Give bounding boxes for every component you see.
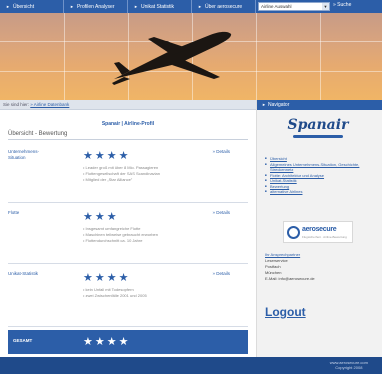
star-rating: ★★★★ bbox=[83, 150, 131, 162]
hero-banner bbox=[0, 13, 382, 100]
arrow-right-icon: ► bbox=[70, 4, 74, 9]
arrow-right-icon: ► bbox=[198, 4, 202, 9]
top-navigation: ► Übersicht ► Profilen Analyser ► Unikat St… bbox=[0, 0, 382, 13]
arrow-right-icon: ► bbox=[6, 4, 10, 9]
arrow-right-icon: ► bbox=[262, 102, 266, 107]
rating-row-fleet: Flotte ★★★ • Insgesamt umfangreiche Flot… bbox=[8, 204, 248, 264]
sidebar-links: Übersicht Allgemeines Unternehmens-Situa… bbox=[265, 156, 377, 195]
star-rating: ★★★★ bbox=[83, 336, 131, 348]
details-link[interactable]: » Details bbox=[212, 271, 230, 276]
total-label: GESAMT bbox=[13, 338, 33, 343]
main-content: Spanair | Airline-Profil Übersicht - Bew… bbox=[0, 110, 256, 360]
row-notes: • Insgesamt umfangreiche Flotte • Maschi… bbox=[83, 226, 158, 243]
row-label: Unikat-Statistik bbox=[8, 271, 39, 276]
chevron-down-icon: ▼ bbox=[322, 3, 329, 10]
sidebar: ►Navigator Spanair Übersicht Allgemeines… bbox=[256, 100, 382, 360]
total-rating-bar: GESAMT ★★★★ bbox=[8, 330, 248, 354]
nav-item-profile-analyser[interactable]: ► Profilen Analyser bbox=[64, 0, 128, 13]
logout-link[interactable]: Logout bbox=[265, 305, 306, 319]
nav-item-overview[interactable]: ► Übersicht bbox=[0, 0, 64, 13]
star-rating: ★★★★ bbox=[83, 272, 131, 284]
footer: www.aerosecure.com Copyright 2008 bbox=[0, 357, 382, 374]
section-title: Übersicht - Bewertung bbox=[8, 131, 248, 140]
airplane-silhouette bbox=[112, 31, 232, 85]
breadcrumb-link[interactable]: » Airline Datenbank bbox=[30, 102, 69, 107]
aerosecure-circle-icon bbox=[287, 226, 300, 239]
sidebar-heading: ► Navigator bbox=[257, 100, 382, 110]
star-rating: ★★★ bbox=[83, 211, 119, 223]
details-link[interactable]: » Details bbox=[212, 149, 230, 154]
sidebar-link[interactable]: Allgemeines Unternehmens-Situation, Gesc… bbox=[265, 162, 377, 173]
row-label: Flotte bbox=[8, 210, 20, 215]
rating-row-company: Unternehmens-Situation ★★★★ • Leader gro… bbox=[8, 143, 248, 203]
row-notes: • Leader groß mit über 8 Mio. Passagiere… bbox=[83, 165, 160, 182]
airline-select[interactable]: Airline Auswahl ▼ bbox=[258, 2, 330, 11]
sidebar-link[interactable]: alternative Airlines bbox=[265, 189, 377, 195]
spanair-logo: Spanair bbox=[285, 116, 351, 138]
grid-divider bbox=[320, 13, 321, 100]
rating-row-statistics: Unikat-Statistik ★★★★ • kein Unfall mit … bbox=[8, 265, 248, 327]
nav-item-statistics[interactable]: ► Unikat Statistik bbox=[128, 0, 192, 13]
details-link[interactable]: » Details bbox=[212, 210, 230, 215]
contact-block: Ihr Ansprechpartner Leserservice Postfac… bbox=[265, 252, 315, 281]
footer-text: www.aerosecure.com Copyright 2008 bbox=[329, 360, 368, 370]
aerosecure-logo: aerosecure Flugsicherheit · Airline-Bewe… bbox=[283, 221, 353, 243]
nav-item-about[interactable]: ► Über aerosecure bbox=[192, 0, 256, 13]
profile-header: Spanair | Airline-Profil bbox=[101, 121, 155, 127]
logo-swoosh bbox=[293, 135, 343, 138]
grid-divider bbox=[64, 13, 65, 100]
row-label: Unternehmens-Situation bbox=[8, 149, 40, 160]
arrow-right-icon: ► bbox=[134, 4, 138, 9]
search-button[interactable]: » Suche bbox=[333, 2, 351, 8]
row-notes: • kein Unfall mit Todesopfern • zwei Zwi… bbox=[83, 287, 147, 298]
breadcrumb: Sie sind hier: » Airline Datenbank bbox=[0, 100, 256, 110]
